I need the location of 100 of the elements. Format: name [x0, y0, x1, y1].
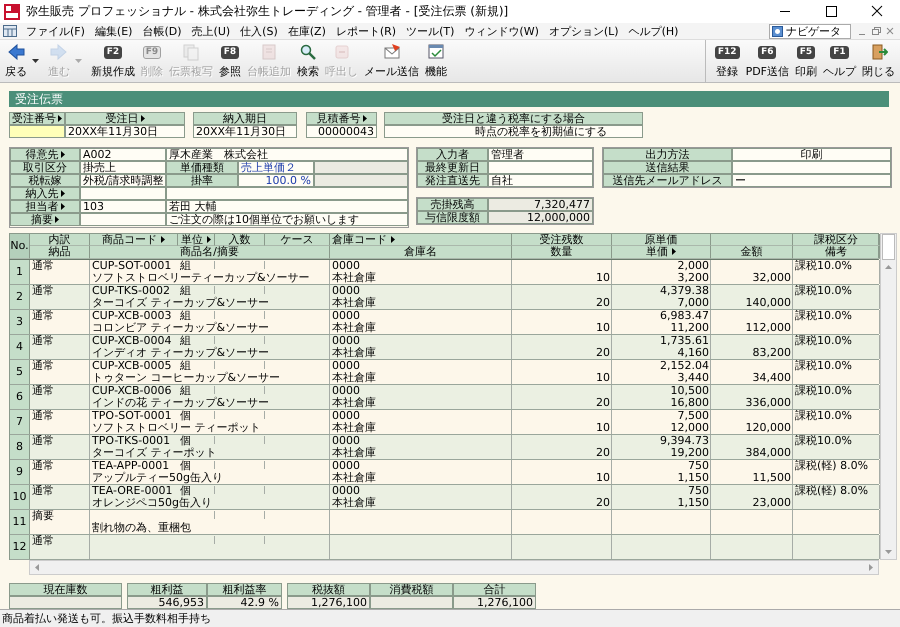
toolbar-button[interactable]: 戻る	[2, 40, 30, 82]
table-cell-text: 3,440	[676, 372, 710, 384]
key-badge: F6	[758, 46, 776, 59]
lookup-button[interactable]: 納入先	[10, 186, 80, 200]
input-field[interactable]: 印刷	[732, 148, 891, 161]
input-field[interactable]: ご注文の際は10個単位でお願いします	[166, 212, 408, 226]
menu-item[interactable]: 編集(E)	[90, 24, 138, 39]
table-cell-text: 7,000	[676, 296, 710, 309]
documents-icon	[182, 43, 200, 62]
column-header: 数量	[512, 246, 612, 259]
table-cell-text: 本社倉庫	[331, 372, 377, 384]
row-number: 8	[10, 434, 30, 459]
input-field[interactable]: 20XX年11月30日	[193, 124, 297, 138]
table-cell-text: 通常	[31, 460, 55, 472]
caret-icon	[32, 59, 39, 64]
row-number: 5	[10, 360, 30, 384]
table-cell-text: 20	[595, 446, 611, 459]
input-field[interactable]	[9, 124, 65, 138]
row-number: 9	[10, 460, 30, 484]
column-header[interactable]: 商品コード	[90, 234, 178, 246]
column-header: 納品	[30, 246, 90, 259]
toolbar-button[interactable]: F8 参照	[216, 40, 244, 82]
horizontal-scrollbar[interactable]	[29, 560, 879, 575]
table-cell-text: 83,200	[752, 346, 792, 359]
input-field[interactable]	[80, 186, 166, 200]
scrollbar-thumb[interactable]	[882, 234, 895, 260]
lookup-button[interactable]: 受注番号	[9, 112, 65, 125]
toolbar-button[interactable]: 機能	[422, 40, 450, 82]
column-header: ケース	[265, 234, 330, 246]
app-menu-icon[interactable]	[3, 25, 17, 38]
column-header[interactable]: 倉庫コード	[330, 234, 512, 246]
input-field[interactable]: 売上単価２	[238, 160, 314, 174]
menu-item[interactable]: 仕入(S)	[235, 24, 283, 39]
menu-item[interactable]: レポート(R)	[330, 24, 402, 39]
navigator-dropdown[interactable]: ナビゲータ	[769, 24, 851, 39]
field-label: 与信限度額	[417, 210, 488, 224]
table-cell-text: 120,000	[744, 422, 792, 434]
table-cell-text: 割れ物の為、重梱包	[91, 522, 192, 534]
lookup-button[interactable]: 受注日	[65, 112, 185, 125]
lookup-button[interactable]: 担当者	[10, 200, 80, 213]
input-field[interactable]	[166, 186, 408, 200]
table-cell-text: 0000	[331, 434, 361, 447]
table-cell-text: インドの花 ティーカップ&ソーサー	[91, 396, 270, 409]
column-header: 倉庫名	[330, 246, 512, 259]
menu-item[interactable]: ファイル(F)	[21, 24, 90, 39]
field-label: 税転嫁	[10, 174, 80, 187]
table-cell-text: 課税(軽) 8.0%	[794, 484, 870, 497]
table-cell-text: 本社倉庫	[331, 396, 377, 409]
toolbar-button[interactable]: メール送信	[361, 40, 422, 82]
input-field[interactable]: 厚木産業 株式会社	[166, 148, 408, 161]
lookup-button[interactable]: 見積番号	[306, 112, 377, 125]
toolbar-button[interactable]: 検索	[294, 40, 322, 82]
menu-item[interactable]: ウィンドウ(W)	[459, 24, 544, 39]
input-field[interactable]: 管理者	[488, 148, 593, 161]
toolbar-button[interactable]: F6 PDF送信	[742, 40, 792, 82]
table-cell-text: 組	[179, 334, 192, 347]
input-field[interactable]: ー	[732, 174, 891, 187]
readonly-field: 42.9 %	[207, 596, 282, 609]
input-field[interactable]: 00000043	[306, 124, 377, 138]
input-field[interactable]: 103	[80, 200, 166, 213]
lookup-button[interactable]: 得意先	[10, 148, 80, 161]
toolbar-button[interactable]: F2 新規作成	[88, 40, 138, 82]
input-field[interactable]: 掛売上	[80, 160, 166, 174]
toolbar-button[interactable]: F1 ヘルプ	[820, 40, 859, 82]
input-field[interactable]	[732, 160, 891, 174]
caret-icon	[60, 150, 64, 158]
menu-item[interactable]: 台帳(D)	[137, 24, 187, 39]
input-field[interactable]: 時点の税率を初期値にする	[384, 124, 643, 138]
input-field[interactable]	[488, 160, 593, 174]
column-header[interactable]: 単位	[178, 234, 215, 246]
lookup-button[interactable]: 摘要	[10, 212, 80, 226]
menu-item[interactable]: オプション(L)	[544, 24, 624, 39]
key-badge: F12	[714, 46, 740, 59]
field-label: 出力方法	[603, 148, 732, 161]
input-field[interactable]: 外税/請求時調整	[80, 174, 166, 187]
toolbar-button[interactable]: F5 印刷	[792, 40, 820, 82]
table-cell-text: 課税10.0%	[794, 434, 853, 447]
table-cell-text: 課税10.0%	[794, 284, 853, 297]
input-field[interactable]: A002	[80, 148, 166, 161]
input-field[interactable]: 100.0 %	[238, 174, 314, 187]
input-field[interactable]: 自社	[488, 174, 593, 187]
row-number: 2	[10, 284, 30, 309]
input-field[interactable]	[80, 212, 166, 226]
vertical-scrollbar[interactable]	[880, 232, 897, 560]
menu-item[interactable]: ツール(T)	[401, 24, 460, 39]
table-cell-text: ソフトストロベリーティーカップ&ソーサー	[91, 272, 311, 284]
table-cell-text: 384,000	[744, 446, 792, 459]
readonly-field: 1,276,100	[287, 596, 370, 609]
menu-item[interactable]: ヘルプ(H)	[624, 24, 684, 39]
table-cell-text: 10	[595, 422, 611, 434]
input-field[interactable]: 若田 大輔	[166, 200, 408, 213]
menu-item[interactable]: 売上(U)	[186, 24, 236, 39]
table-cell-text: 112,000	[744, 322, 792, 334]
menu-item[interactable]: 在庫(Z)	[282, 24, 331, 39]
toolbar-button[interactable]: 閉じる	[859, 40, 898, 82]
table-cell-text: 通常	[31, 260, 55, 272]
toolbar-button[interactable]: F12 登録	[712, 40, 743, 82]
column-header[interactable]: 単価	[612, 246, 711, 259]
table-cell-text: 課税10.0%	[794, 334, 853, 347]
input-field[interactable]: 20XX年11月30日	[65, 124, 185, 138]
